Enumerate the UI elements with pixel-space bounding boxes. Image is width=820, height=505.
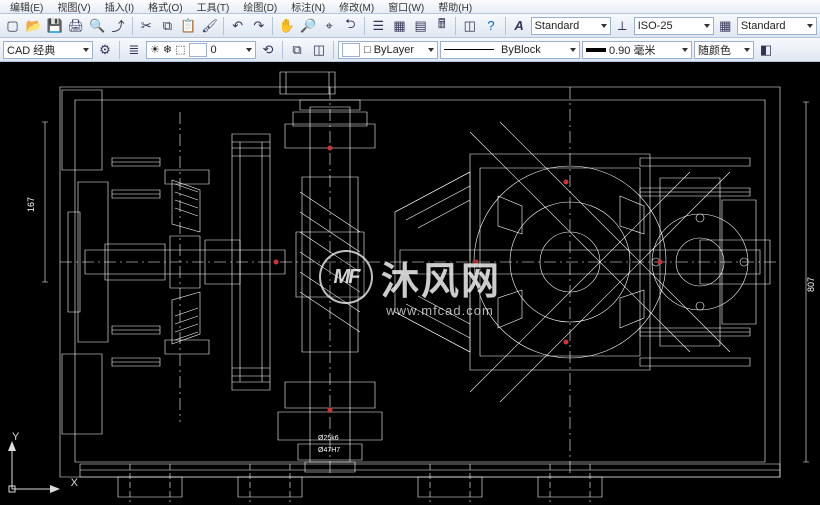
dim-small1: Ø25k6 xyxy=(318,435,339,442)
zoom-win-icon[interactable]: ⌖ xyxy=(320,16,339,36)
tp-icon[interactable]: ▤ xyxy=(411,16,430,36)
separator xyxy=(223,17,224,35)
layer-sun-icon: ☀ xyxy=(150,43,160,56)
chevron-down-icon xyxy=(601,24,607,28)
make-block-icon[interactable]: ◫ xyxy=(309,40,329,60)
pan-icon[interactable]: ✋ xyxy=(277,16,296,36)
layer-lock-icon: ⬚ xyxy=(175,43,185,56)
textstyle-icon[interactable]: A xyxy=(509,16,528,36)
chevron-down-icon xyxy=(428,48,434,52)
layers-icon[interactable]: ≣ xyxy=(124,40,144,60)
cad-drawing: 167 807 xyxy=(0,62,820,505)
chevron-down-icon xyxy=(570,48,576,52)
separator xyxy=(333,41,334,59)
text-style-value: Standard xyxy=(535,20,580,32)
match-icon[interactable]: 🖌 xyxy=(200,16,219,36)
tablestyle-icon[interactable]: ▦ xyxy=(716,16,735,36)
linetype-preview xyxy=(444,49,494,50)
menu-window[interactable]: 窗口(W) xyxy=(382,0,430,14)
color-value: □ ByLayer xyxy=(364,44,414,56)
layer-name: 0 xyxy=(211,44,217,56)
linetype-dropdown[interactable]: ByBlock xyxy=(440,41,580,59)
new-icon[interactable]: ▢ xyxy=(3,16,22,36)
plotcolor-dropdown[interactable]: 随颜色 xyxy=(694,41,754,59)
linetype-value: ByBlock xyxy=(501,44,541,56)
text-style-dropdown[interactable]: Standard xyxy=(531,17,611,35)
chevron-down-icon xyxy=(83,48,89,52)
workspace-dropdown[interactable]: CAD 经典 xyxy=(3,41,93,59)
chevron-down-icon xyxy=(246,48,252,52)
menu-view[interactable]: 视图(V) xyxy=(51,0,96,14)
copy-icon[interactable]: ⧉ xyxy=(158,16,177,36)
props-icon[interactable]: ☰ xyxy=(369,16,388,36)
plotcolor-value: 随颜色 xyxy=(698,42,731,58)
axis-x-label: X xyxy=(71,477,78,489)
chevron-down-icon xyxy=(682,48,688,52)
color-swatch xyxy=(342,43,360,57)
workspace-settings-icon[interactable]: ⚙ xyxy=(95,40,115,60)
separator xyxy=(455,17,456,35)
dim-style-dropdown[interactable]: ISO-25 xyxy=(634,17,714,35)
menu-draw[interactable]: 绘图(D) xyxy=(237,0,283,14)
separator xyxy=(505,17,506,35)
dsm-icon[interactable]: ▦ xyxy=(390,16,409,36)
lineweight-value: 0.90 毫米 xyxy=(609,42,655,58)
dim-left: 167 xyxy=(26,197,36,212)
publish-icon[interactable]: ⤴ xyxy=(109,16,128,36)
dim-style-value: ISO-25 xyxy=(638,20,673,32)
layer-color-swatch xyxy=(189,43,207,57)
lineweight-dropdown[interactable]: 0.90 毫米 xyxy=(582,41,692,59)
insert-block-icon[interactable]: ⧉ xyxy=(287,40,307,60)
layer-prev-icon[interactable]: ⟲ xyxy=(258,40,278,60)
layer-freeze-icon: ❄ xyxy=(163,43,172,56)
preview-icon[interactable]: 🔍 xyxy=(88,16,107,36)
separator xyxy=(132,17,133,35)
lineweight-preview xyxy=(586,48,606,52)
paste-icon[interactable]: 📋 xyxy=(179,16,198,36)
help-icon[interactable]: ? xyxy=(481,16,500,36)
dimstyle-icon[interactable]: ⟂ xyxy=(613,16,632,36)
chevron-down-icon xyxy=(704,24,710,28)
block-icon[interactable]: ◫ xyxy=(460,16,479,36)
separator xyxy=(364,17,365,35)
workspace-value: CAD 经典 xyxy=(7,42,55,58)
color-dropdown[interactable]: □ ByLayer xyxy=(338,41,438,59)
menu-dim[interactable]: 标注(N) xyxy=(285,0,331,14)
menu-insert[interactable]: 插入(I) xyxy=(99,0,140,14)
zoom-prev-icon[interactable]: ⮌ xyxy=(341,16,360,36)
dim-small2: Ø47H7 xyxy=(318,447,340,454)
toolbar-standard: ▢ 📂 💾 🖨 🔍 ⤴ ✂ ⧉ 📋 🖌 ↶ ↷ ✋ 🔎 ⌖ ⮌ ☰ ▦ ▤ 🖩 … xyxy=(0,14,820,38)
separator xyxy=(119,41,120,59)
toolbar-properties: CAD 经典 ⚙ ≣ ☀ ❄ ⬚ 0 ⟲ ⧉ ◫ □ ByLayer ByBlo… xyxy=(0,38,820,62)
open-icon[interactable]: 📂 xyxy=(24,16,43,36)
zoom-rt-icon[interactable]: 🔎 xyxy=(298,16,317,36)
chevron-down-icon xyxy=(744,48,750,52)
chevron-down-icon xyxy=(807,24,813,28)
dim-right: 807 xyxy=(806,277,816,292)
ucs-icon: Y X xyxy=(6,435,66,495)
menu-tools[interactable]: 工具(T) xyxy=(191,0,236,14)
qcalc-icon[interactable]: 🖩 xyxy=(432,16,451,36)
drawing-canvas[interactable]: 167 807 xyxy=(0,62,820,505)
redo-icon[interactable]: ↷ xyxy=(249,16,268,36)
table-style-value: Standard xyxy=(741,20,786,32)
save-icon[interactable]: 💾 xyxy=(45,16,64,36)
menu-modify[interactable]: 修改(M) xyxy=(333,0,380,14)
menubar: 编辑(E) 视图(V) 插入(I) 格式(O) 工具(T) 绘图(D) 标注(N… xyxy=(0,0,820,14)
undo-icon[interactable]: ↶ xyxy=(228,16,247,36)
layer-dropdown[interactable]: ☀ ❄ ⬚ 0 xyxy=(146,41,256,59)
table-style-dropdown[interactable]: Standard xyxy=(737,17,817,35)
menu-help[interactable]: 帮助(H) xyxy=(432,0,478,14)
separator xyxy=(272,17,273,35)
plotstyle-icon[interactable]: ◧ xyxy=(756,40,776,60)
print-icon[interactable]: 🖨 xyxy=(66,16,85,36)
cut-icon[interactable]: ✂ xyxy=(137,16,156,36)
menu-format[interactable]: 格式(O) xyxy=(142,0,188,14)
separator xyxy=(282,41,283,59)
menu-edit[interactable]: 编辑(E) xyxy=(4,0,49,14)
